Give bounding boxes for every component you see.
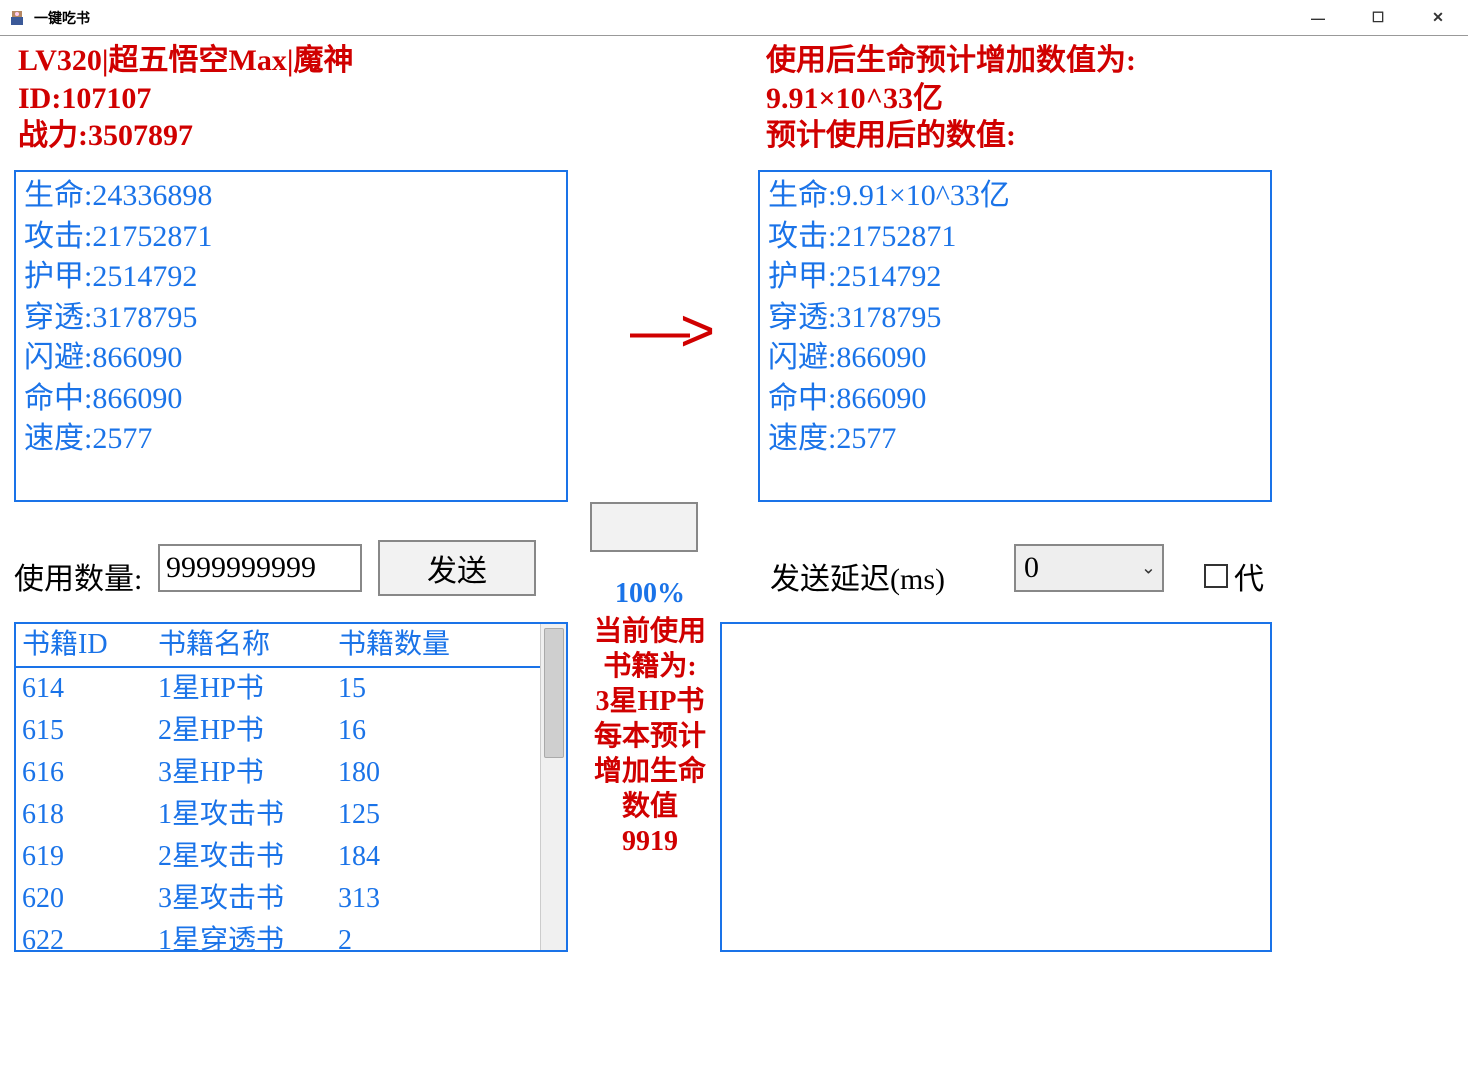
stat-hit: 命中:866090 [24, 379, 558, 420]
current-book-info: 当前使用 书籍为: 3星HP书 每本预计 增加生命 数值 9919 [580, 614, 720, 859]
cell-id: 614 [22, 668, 158, 710]
stat-pen: 穿透:3178795 [24, 298, 558, 339]
cell-count: 16 [338, 710, 534, 752]
stat-hp-after: 生命:9.91×10^33亿 [768, 176, 1262, 217]
cell-name: 1星穿透书 [158, 920, 338, 952]
secondary-button[interactable] [590, 502, 698, 552]
progress-percent: 100% [590, 578, 710, 610]
cell-id: 620 [22, 878, 158, 920]
stat-spd: 速度:2577 [24, 419, 558, 460]
book-table: 书籍ID 书籍名称 书籍数量 6141星HP书156152星HP书166163星… [14, 622, 568, 952]
delay-value: 0 [1024, 551, 1039, 585]
titlebar: 一键吃书 — ☐ ✕ [0, 0, 1468, 36]
chevron-down-icon: ⌄ [1141, 558, 1156, 579]
stat-eva-after: 闪避:866090 [768, 338, 1262, 379]
stat-atk: 攻击:21752871 [24, 217, 558, 258]
stat-hit-after: 命中:866090 [768, 379, 1262, 420]
cell-count: 2 [338, 920, 534, 952]
col-name: 书籍名称 [158, 624, 338, 666]
table-row[interactable]: 6163星HP书180 [16, 752, 566, 794]
table-row[interactable]: 6221星穿透书2 [16, 920, 566, 952]
close-button[interactable]: ✕ [1408, 0, 1468, 35]
table-scrollbar[interactable] [540, 624, 566, 950]
scroll-thumb[interactable] [544, 628, 564, 758]
stat-eva: 闪避:866090 [24, 338, 558, 379]
cell-name: 2星HP书 [158, 710, 338, 752]
stat-atk-after: 攻击:21752871 [768, 217, 1262, 258]
col-id: 书籍ID [22, 624, 158, 666]
table-row[interactable]: 6152星HP书16 [16, 710, 566, 752]
table-header: 书籍ID 书籍名称 书籍数量 [16, 624, 566, 668]
cell-name: 1星攻击书 [158, 794, 338, 836]
cell-id: 618 [22, 794, 158, 836]
character-header: LV320|超五悟空Max|魔神 ID:107107 战力:3507897 [18, 42, 353, 155]
cell-id: 615 [22, 710, 158, 752]
prediction-header: 使用后生命预计增加数值为: 9.91×10^33亿 预计使用后的数值: [766, 42, 1266, 155]
table-row[interactable]: 6181星攻击书125 [16, 794, 566, 836]
stat-hp: 生命:24336898 [24, 176, 558, 217]
maximize-button[interactable]: ☐ [1348, 0, 1408, 35]
content-area: LV320|超五悟空Max|魔神 ID:107107 战力:3507897 使用… [0, 36, 1468, 1079]
predicted-stats-panel: 生命:9.91×10^33亿 攻击:21752871 护甲:2514792 穿透… [758, 170, 1272, 502]
cell-name: 3星攻击书 [158, 878, 338, 920]
cell-count: 180 [338, 752, 534, 794]
cell-id: 619 [22, 836, 158, 878]
proxy-checkbox[interactable]: 代 [1204, 554, 1264, 598]
stat-spd-after: 速度:2577 [768, 419, 1262, 460]
table-row[interactable]: 6192星攻击书184 [16, 836, 566, 878]
cell-count: 184 [338, 836, 534, 878]
proxy-label: 代 [1234, 554, 1264, 598]
send-button[interactable]: 发送 [378, 540, 536, 596]
stat-pen-after: 穿透:3178795 [768, 298, 1262, 339]
arrow-icon: —> [630, 296, 705, 365]
stat-def: 护甲:2514792 [24, 257, 558, 298]
cell-count: 15 [338, 668, 534, 710]
stat-def-after: 护甲:2514792 [768, 257, 1262, 298]
delay-label: 发送延迟(ms) [770, 554, 945, 598]
checkbox-box[interactable] [1204, 564, 1228, 588]
quantity-input[interactable] [158, 544, 362, 592]
quantity-label: 使用数量: [14, 554, 142, 598]
cell-id: 622 [22, 920, 158, 952]
col-count: 书籍数量 [338, 624, 534, 666]
cell-name: 3星HP书 [158, 752, 338, 794]
cell-name: 1星HP书 [158, 668, 338, 710]
current-stats-panel: 生命:24336898 攻击:21752871 护甲:2514792 穿透:31… [14, 170, 568, 502]
delay-select[interactable]: 0 ⌄ [1014, 544, 1164, 592]
table-row[interactable]: 6203星攻击书313 [16, 878, 566, 920]
cell-name: 2星攻击书 [158, 836, 338, 878]
table-row[interactable]: 6141星HP书15 [16, 668, 566, 710]
cell-count: 125 [338, 794, 534, 836]
app-icon [8, 9, 26, 27]
cell-id: 616 [22, 752, 158, 794]
cell-count: 313 [338, 878, 534, 920]
log-panel [720, 622, 1272, 952]
window-title: 一键吃书 [34, 8, 90, 28]
minimize-button[interactable]: — [1288, 0, 1348, 35]
